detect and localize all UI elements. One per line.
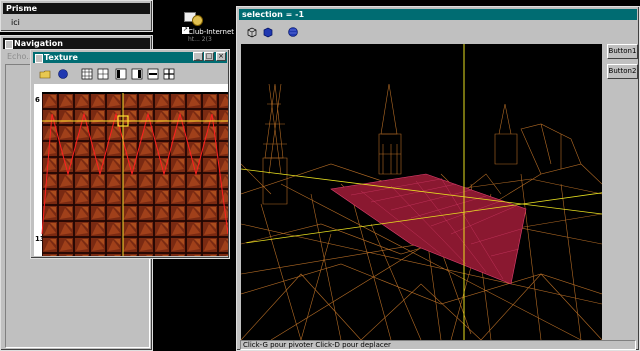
open-folder-icon[interactable] — [39, 68, 51, 80]
close-button[interactable]: × — [216, 52, 226, 61]
column-right-icon[interactable] — [131, 68, 143, 80]
button2-label: Button2 — [608, 67, 637, 75]
selection-window: selection = -1 Button1 Button2 Click-G p… — [236, 6, 640, 351]
grid-fit-icon[interactable] — [163, 68, 175, 80]
viewport-3d[interactable] — [241, 44, 602, 340]
texture-window-icon — [35, 54, 43, 63]
texture-window: Texture _ □ × 1 9 6 13 — [30, 49, 230, 259]
maximize-button[interactable]: □ — [204, 52, 214, 61]
prisme-title: Prisme — [6, 4, 38, 13]
button1-label: Button1 — [608, 47, 637, 55]
desktop-icon-sublabel: ht... 2(3 — [188, 36, 212, 43]
status-text: Click-G pour pivoter Click-D pour deplac… — [243, 341, 391, 349]
prisme-window: Prisme ici — [0, 0, 153, 32]
texture-canvas[interactable]: 1 9 6 13 — [34, 84, 228, 256]
texture-tile-grid — [34, 84, 228, 256]
navigation-titlebar[interactable]: Navigation — [3, 38, 150, 49]
button2[interactable]: Button2 — [607, 64, 638, 79]
selection-toolbar — [237, 23, 607, 41]
textured-sphere-icon[interactable] — [287, 26, 299, 38]
prisme-titlebar[interactable]: Prisme — [3, 3, 150, 14]
cube-icon[interactable] — [246, 26, 258, 38]
selection-titlebar[interactable]: selection = -1 — [239, 9, 637, 20]
prisme-item[interactable]: ici — [11, 18, 20, 27]
texture-toolbar — [31, 66, 229, 82]
sphere-icon[interactable] — [57, 68, 69, 80]
roof-mesh — [330, 173, 527, 285]
navigation-title: Navigation — [14, 39, 63, 48]
navigation-window-icon — [5, 40, 13, 49]
wireframe-scene — [241, 44, 602, 340]
texture-title: Texture — [44, 53, 78, 62]
solid-cube-icon[interactable] — [262, 26, 274, 38]
button1[interactable]: Button1 — [607, 44, 638, 59]
globe-icon — [192, 15, 203, 26]
status-bar: Click-G pour pivoter Click-D pour deplac… — [240, 340, 636, 350]
selection-title: selection = -1 — [242, 10, 305, 19]
grid-add-icon[interactable] — [81, 68, 93, 80]
grid-remove-icon[interactable] — [97, 68, 109, 80]
desktop-icon[interactable]: ↗ Club-Internet ht... 2(3 — [170, 12, 234, 43]
row-insert-icon[interactable] — [147, 68, 159, 80]
column-left-icon[interactable] — [115, 68, 127, 80]
desktop-icon-label: Club-Internet — [188, 28, 235, 36]
minimize-button[interactable]: _ — [193, 52, 203, 61]
